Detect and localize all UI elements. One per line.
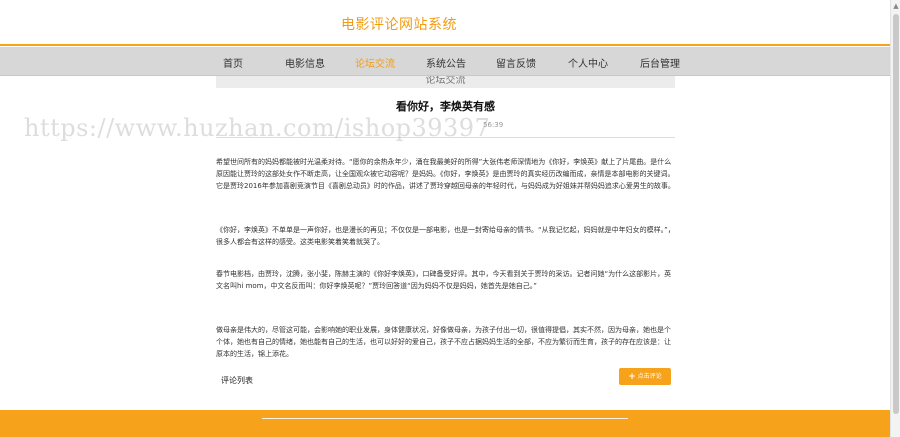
nav-item-feedback[interactable]: 留言反馈	[496, 55, 536, 70]
nav-item-announcements[interactable]: 系统公告	[426, 55, 466, 70]
plus-icon: +	[628, 372, 636, 382]
post-paragraph-2: 《你好，李焕英》不单单是一声你好，也是漫长的再见；不仅仅是一部电影，也是一封寄给…	[216, 226, 675, 246]
site-header: 电影评论网站系统	[0, 0, 900, 46]
page: 电影评论网站系统 首页 电影信息 论坛交流 系统公告 留言反馈 个人中心 后台管…	[0, 0, 900, 437]
nav-item-admin[interactable]: 后台管理	[640, 55, 680, 70]
post-paragraph-4: 做母亲是伟大的，尽管这可能，会影响她的职业发展，身体健康状况，好像做母亲，为孩子…	[216, 326, 671, 358]
nav-item-movies[interactable]: 电影信息	[285, 55, 325, 70]
footer-divider	[262, 418, 628, 419]
nav-item-forum[interactable]: 论坛交流	[355, 55, 395, 70]
site-title: 电影评论网站系统	[341, 17, 457, 33]
post-title: 看你好，李焕英有感	[396, 100, 495, 113]
scrollbar[interactable]: ▲	[890, 0, 900, 437]
board-title-bar: 论坛交流	[216, 76, 675, 88]
scroll-up-arrow-icon[interactable]: ▲	[891, 0, 900, 12]
add-comment-label: 点击评论	[637, 373, 662, 380]
divider	[216, 137, 675, 138]
post-paragraph-3: 春节电影档，由贾玲，沈腾，张小斐，陈赫主演的《你好李焕英》，口碑备受好评。其中，…	[216, 270, 672, 290]
nav-item-profile[interactable]: 个人中心	[568, 55, 608, 70]
main-nav: 首页 电影信息 论坛交流 系统公告 留言反馈 个人中心 后台管理	[0, 47, 900, 76]
board-title: 论坛交流	[425, 76, 466, 86]
post-paragraph-1: 希望世间所有的妈妈都能被时光温柔对待。“愿你的余热永年少，涌在我最美好的所得”大…	[216, 158, 675, 190]
add-comment-button[interactable]: + 点击评论	[619, 368, 671, 385]
post-meta-time: 56:39	[483, 121, 504, 129]
scrollbar-thumb[interactable]	[893, 14, 899, 414]
footer	[0, 410, 900, 437]
comments-list-label: 评论列表	[221, 376, 253, 385]
nav-item-home[interactable]: 首页	[223, 55, 243, 70]
